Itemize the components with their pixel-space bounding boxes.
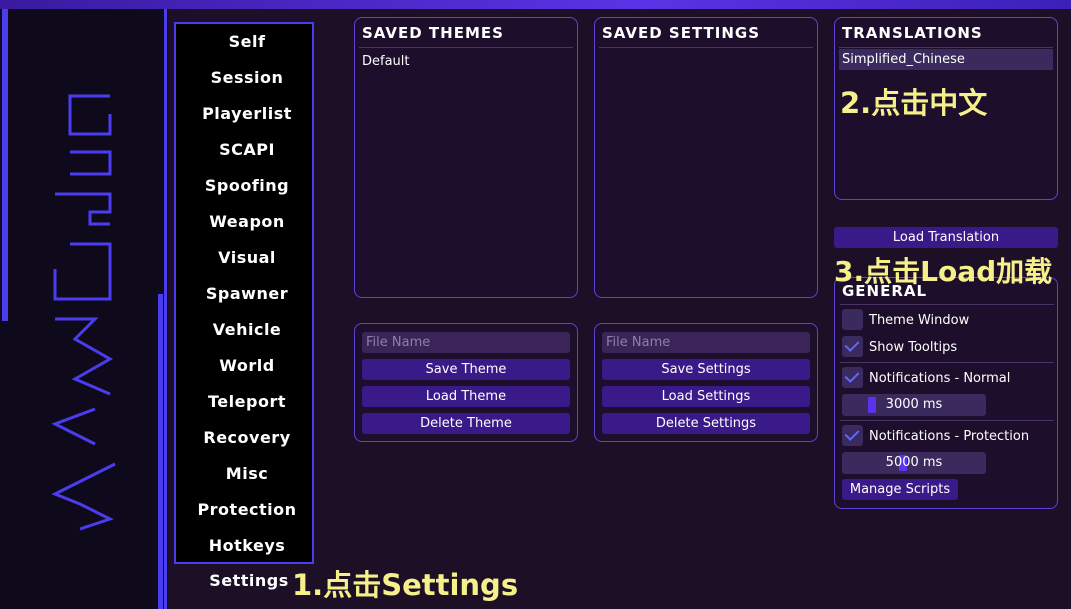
theme-file-name-input[interactable] — [362, 332, 570, 353]
divider — [840, 420, 1054, 421]
annotation-step-3: 3.点击Load加载 — [834, 255, 1053, 288]
menu-logo — [51, 94, 116, 531]
nav-item-hotkeys[interactable]: Hotkeys — [172, 536, 322, 555]
divider — [840, 362, 1054, 363]
rail-stripe — [2, 9, 8, 321]
panel-title: TRANSLATIONS — [842, 24, 983, 42]
annotation-step-2: 2.点击中文 — [840, 86, 988, 120]
notifications-normal-label: Notifications - Normal — [869, 371, 1011, 386]
divider — [840, 304, 1054, 305]
nav-item-protection[interactable]: Protection — [172, 500, 322, 519]
notifications-protection-checkbox[interactable] — [842, 425, 863, 446]
top-accent-bar — [0, 0, 1071, 9]
nav-item-visual[interactable]: Visual — [172, 248, 322, 267]
rail-edge — [164, 9, 167, 609]
slider-value: 3000 ms — [885, 397, 943, 412]
save-settings-button[interactable]: Save Settings — [602, 359, 810, 380]
nav-item-world[interactable]: World — [172, 356, 322, 375]
panel-title: SAVED THEMES — [362, 24, 504, 42]
nav-item-scapi[interactable]: SCAPI — [172, 140, 322, 159]
category-nav: Self Session Playerlist SCAPI Spoofing W… — [174, 22, 314, 564]
rail-stripe — [158, 294, 163, 609]
delete-settings-button[interactable]: Delete Settings — [602, 413, 810, 434]
show-tooltips-label: Show Tooltips — [869, 340, 958, 355]
nav-item-spoofing[interactable]: Spoofing — [172, 176, 322, 195]
theme-list-item[interactable]: Default — [362, 54, 410, 69]
slider-value: 5000 ms — [885, 455, 943, 470]
theme-window-checkbox[interactable] — [842, 309, 863, 330]
saved-themes-panel: SAVED THEMES Default — [354, 17, 578, 298]
nav-item-self[interactable]: Self — [172, 32, 322, 51]
nav-item-recovery[interactable]: Recovery — [172, 428, 322, 447]
load-translation-button[interactable]: Load Translation — [834, 227, 1058, 248]
save-theme-button[interactable]: Save Theme — [362, 359, 570, 380]
nav-item-weapon[interactable]: Weapon — [172, 212, 322, 231]
load-settings-button[interactable]: Load Settings — [602, 386, 810, 407]
panel-title: SAVED SETTINGS — [602, 24, 761, 42]
delete-theme-button[interactable]: Delete Theme — [362, 413, 570, 434]
nav-item-spawner[interactable]: Spawner — [172, 284, 322, 303]
general-panel — [834, 277, 1058, 509]
divider — [599, 47, 813, 48]
nav-item-teleport[interactable]: Teleport — [172, 392, 322, 411]
divider — [359, 47, 573, 48]
nav-item-session[interactable]: Session — [172, 68, 322, 87]
notifications-normal-checkbox[interactable] — [842, 367, 863, 388]
settings-file-name-input[interactable] — [602, 332, 810, 353]
notifications-protection-duration-slider[interactable]: 5000 ms — [842, 452, 986, 474]
nav-item-playerlist[interactable]: Playerlist — [172, 104, 322, 123]
manage-scripts-button[interactable]: Manage Scripts — [842, 479, 958, 500]
translation-list-item[interactable]: Simplified_Chinese — [839, 49, 1053, 70]
notifications-protection-label: Notifications - Protection — [869, 429, 1030, 444]
nav-item-misc[interactable]: Misc — [172, 464, 322, 483]
saved-settings-panel: SAVED SETTINGS — [594, 17, 818, 298]
theme-window-label: Theme Window — [869, 313, 970, 328]
nav-item-vehicle[interactable]: Vehicle — [172, 320, 322, 339]
notifications-normal-duration-slider[interactable]: 3000 ms — [842, 394, 986, 416]
divider — [839, 47, 1053, 48]
show-tooltips-checkbox[interactable] — [842, 336, 863, 357]
load-theme-button[interactable]: Load Theme — [362, 386, 570, 407]
left-sidebar-rail — [0, 9, 168, 609]
annotation-step-1: 1.点击Settings — [292, 568, 519, 602]
